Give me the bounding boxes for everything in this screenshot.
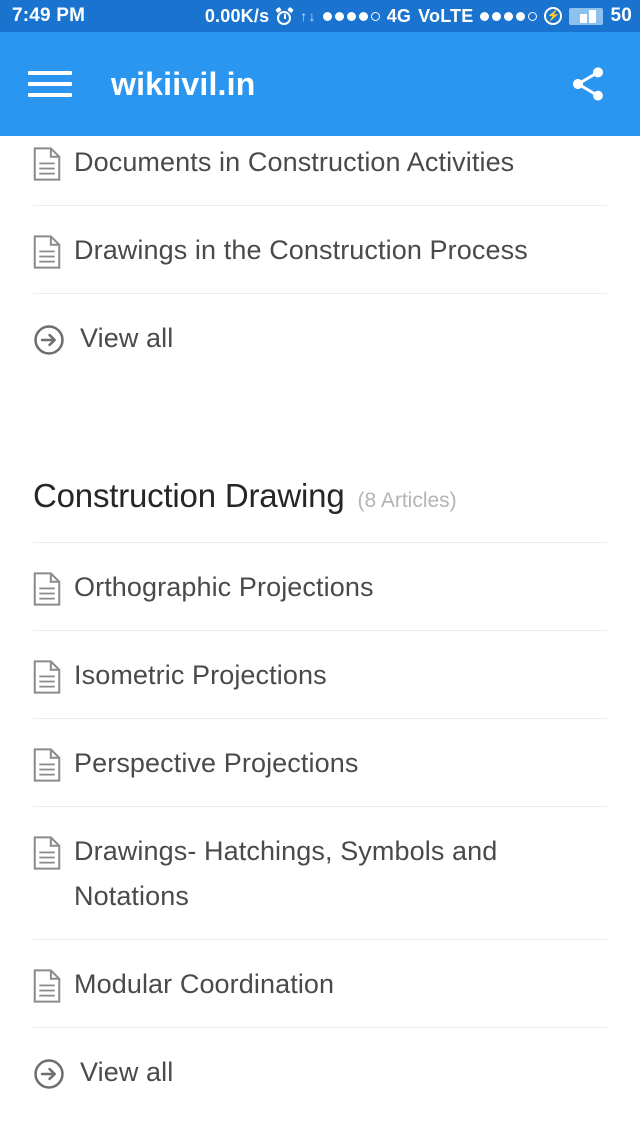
alarm-clock-icon [275,6,294,25]
status-clock: 7:49 PM [12,5,86,26]
network-type-label: 4G [386,5,412,26]
status-bar: 7:49 PM 0.00K/s ↑ ↓ 4G VoLTE ⚡ 50 [0,0,640,32]
list-item[interactable]: Drawings- Hatchings, Symbols and Notatio… [33,807,607,940]
battery-bars-icon [569,7,604,25]
section-title: Construction Drawing [33,477,345,514]
battery-level-label: 50 [610,5,632,26]
document-icon [33,748,61,782]
list-item-label: Drawings in the Construction Process [74,235,528,265]
section-article-count: (8 Articles) [357,489,457,512]
list-item-label: Orthographic Projections [74,572,374,602]
view-all-button[interactable]: View all [33,294,607,381]
list-item-label: Documents in Construction Activities [74,147,515,177]
document-icon [33,572,61,606]
view-all-label: View all [80,323,174,353]
app-bar: wikiivil.in [0,32,640,136]
list-item[interactable]: Isometric Projections [33,631,607,719]
section-list-partial: Documents in Construction Activities Dra… [33,118,607,381]
share-icon[interactable] [564,60,612,108]
list-item[interactable]: Perspective Projections [33,719,607,807]
list-item-label: Drawings- Hatchings, Symbols and Notatio… [74,836,498,911]
status-indicators: 0.00K/s ↑ ↓ 4G VoLTE ⚡ 50 [205,5,632,27]
arrow-circle-right-icon [33,324,65,356]
list-item-label: Isometric Projections [74,660,327,690]
sim2-signal-dots-icon [480,11,538,21]
list-item[interactable]: Modular Coordination [33,940,607,1028]
list-item-label: Modular Coordination [74,969,335,999]
document-icon [33,660,61,694]
view-all-label: View all [80,1057,174,1087]
list-item[interactable]: Orthographic Projections [33,543,607,631]
volte-label: VoLTE [418,5,474,26]
document-icon [33,836,61,870]
list-item-label: Perspective Projections [74,748,359,778]
network-speed-label: 0.00K/s [204,5,270,26]
document-icon [33,147,61,181]
document-icon [33,235,61,269]
section-header-uncategorized: Uncategorized [33,1115,607,1138]
section-list-construction-drawing: Orthographic Projections Isometric Proje… [33,543,607,1115]
scroll-content[interactable]: Documents in Construction Activities Dra… [0,136,640,1138]
sim1-signal-dots-icon [322,11,380,21]
up-down-arrows-icon: ↑ ↓ [300,8,316,24]
document-icon [33,969,61,1003]
page-title: wikiivil.in [111,65,256,102]
section-header-construction-drawing: Construction Drawing (8 Articles) [33,381,607,515]
app-screen: 7:49 PM 0.00K/s ↑ ↓ 4G VoLTE ⚡ 50 wikiiv… [0,0,640,1138]
list-item[interactable]: Drawings in the Construction Process [33,206,607,294]
bolt-circle-icon: ⚡ [544,7,563,25]
view-all-button[interactable]: View all [33,1028,607,1115]
arrow-circle-right-icon [33,1058,65,1090]
hamburger-menu-icon[interactable] [28,64,74,104]
